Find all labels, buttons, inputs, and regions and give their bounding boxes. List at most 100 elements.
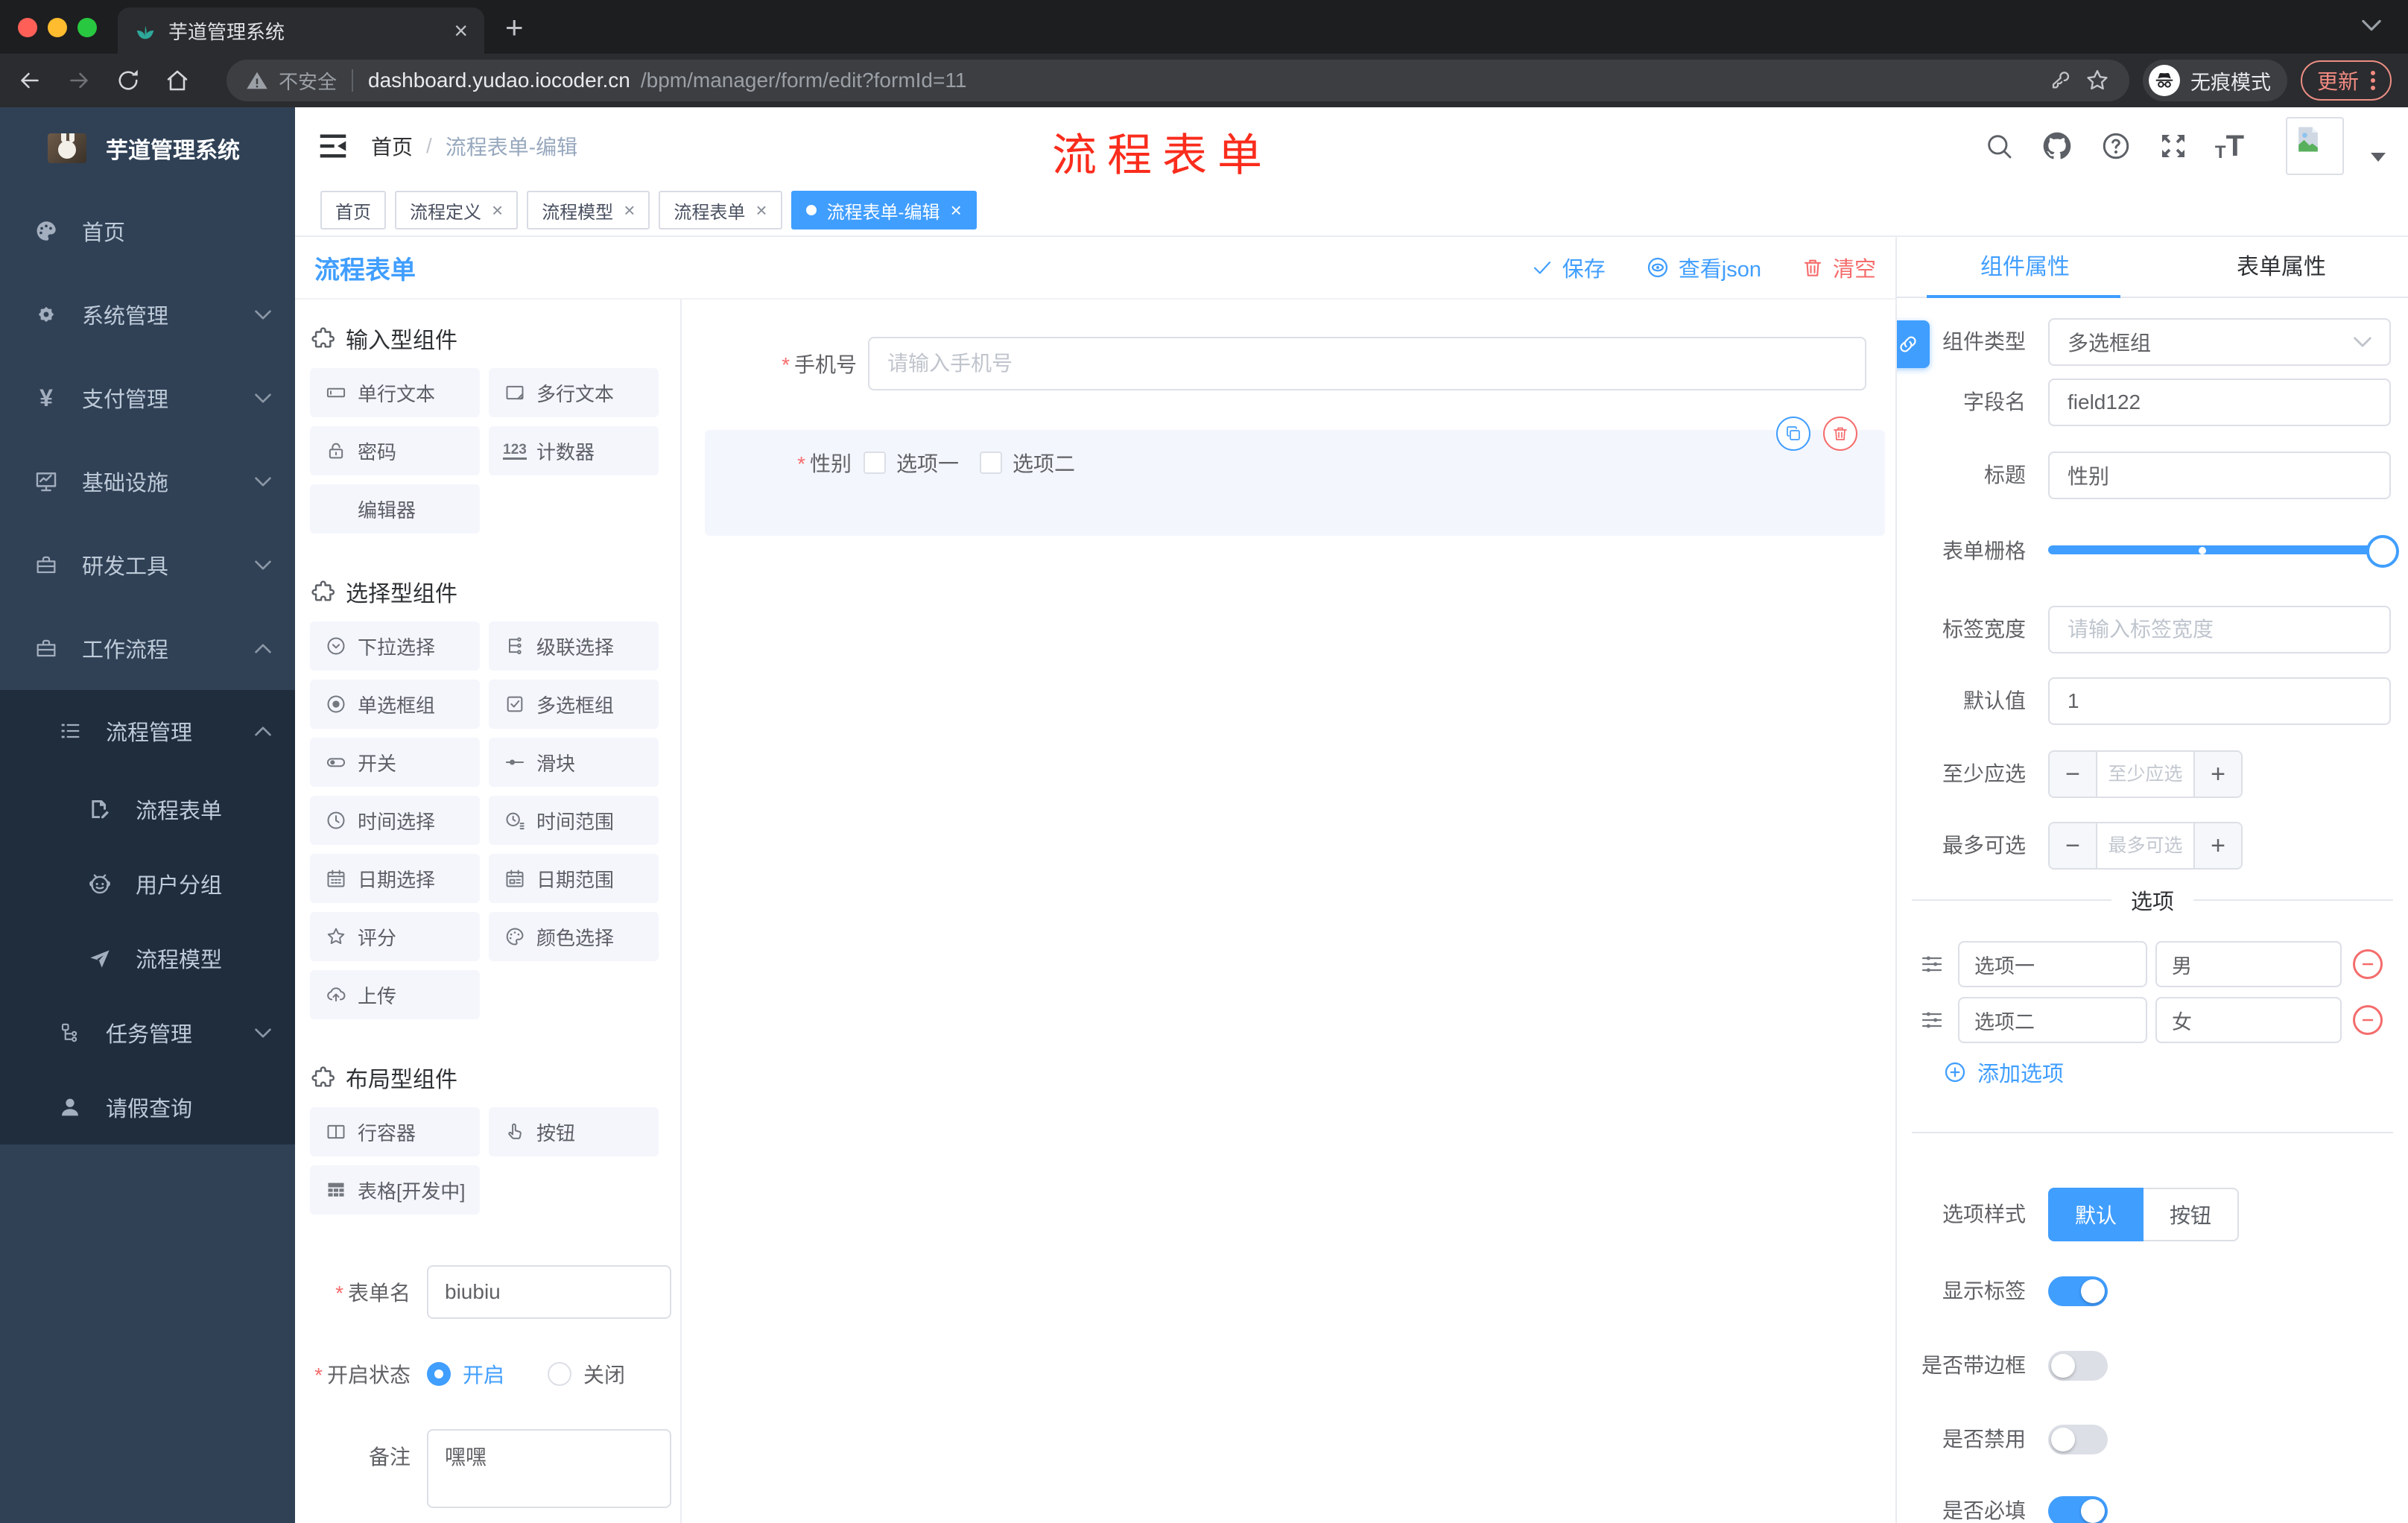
canvas-field-gender-selected[interactable]: * 性别 选项一 选项二 xyxy=(705,430,1885,536)
sidebar-item-payment[interactable]: ¥ 支付管理 xyxy=(0,356,295,440)
window-minimize-button[interactable] xyxy=(48,18,67,37)
grid-slider-handle[interactable] xyxy=(2366,535,2399,568)
view-json-button[interactable]: 查看json xyxy=(1646,252,1761,283)
tag-home[interactable]: 首页 xyxy=(320,191,386,229)
style-button-button[interactable]: 按钮 xyxy=(2144,1188,2239,1241)
style-default-button[interactable]: 默认 xyxy=(2048,1188,2144,1241)
tag-process-form[interactable]: 流程表单 × xyxy=(659,191,782,229)
tag-process-definition[interactable]: 流程定义 × xyxy=(395,191,519,229)
new-tab-button[interactable]: + xyxy=(505,12,524,43)
palette-item-button[interactable]: 按钮 xyxy=(489,1107,659,1156)
component-type-select[interactable]: 多选框组 xyxy=(2048,318,2391,366)
palette-item-editor[interactable]: 编辑器 xyxy=(310,484,480,533)
palette-item-time-picker[interactable]: 时间选择 xyxy=(310,796,480,845)
browser-tab[interactable]: 芋道管理系统 × xyxy=(118,7,484,54)
window-maximize-button[interactable] xyxy=(77,18,97,37)
add-option-button[interactable]: 添加选项 xyxy=(1943,1057,2064,1087)
tag-close-icon[interactable]: × xyxy=(624,199,635,222)
clear-button[interactable]: 清空 xyxy=(1802,252,1876,283)
drag-handle-icon[interactable] xyxy=(1920,952,1944,976)
option-value-input[interactable] xyxy=(2155,997,2342,1043)
tag-process-model[interactable]: 流程模型 × xyxy=(527,191,650,229)
status-on-label[interactable]: 开启 xyxy=(463,1359,504,1389)
tab-close-icon[interactable]: × xyxy=(454,19,468,42)
palette-item-multiline-text[interactable]: 多行文本 xyxy=(489,368,659,417)
search-icon[interactable] xyxy=(1984,131,2014,161)
increase-button[interactable]: + xyxy=(2193,823,2241,868)
form-remark-textarea[interactable]: 嘿嘿 xyxy=(427,1429,671,1508)
sidebar-item-task-mgmt[interactable]: 任务管理 xyxy=(0,995,295,1070)
palette-item-switch[interactable]: 开关 xyxy=(310,738,480,787)
github-icon[interactable] xyxy=(2041,130,2073,162)
status-on-radio[interactable] xyxy=(427,1362,451,1386)
label-width-input[interactable] xyxy=(2048,606,2391,653)
palette-item-cascader[interactable]: 级联选择 xyxy=(489,621,659,671)
fullscreen-icon[interactable] xyxy=(2158,131,2188,161)
palette-item-row-container[interactable]: 行容器 xyxy=(310,1107,480,1156)
status-off-label[interactable]: 关闭 xyxy=(583,1359,625,1389)
status-off-radio[interactable] xyxy=(548,1362,572,1386)
back-icon[interactable] xyxy=(16,67,43,94)
update-button[interactable]: 更新 xyxy=(2300,60,2392,101)
checkbox-icon[interactable] xyxy=(980,452,1003,474)
canvas-field-phone[interactable]: * 手机号 xyxy=(682,337,1866,390)
tag-close-icon[interactable]: × xyxy=(951,199,962,222)
field-name-input[interactable] xyxy=(2048,379,2391,426)
decrease-button[interactable]: − xyxy=(2050,823,2097,868)
tag-close-icon[interactable]: × xyxy=(492,199,503,222)
border-toggle[interactable] xyxy=(2048,1351,2108,1381)
checkbox-icon[interactable] xyxy=(864,452,886,474)
palette-item-date-range[interactable]: 日期范围 xyxy=(489,854,659,903)
tag-close-icon[interactable]: × xyxy=(755,199,767,222)
tab-search-chevron-icon[interactable] xyxy=(2362,19,2381,31)
save-button[interactable]: 保存 xyxy=(1531,252,1606,283)
avatar-caret-icon[interactable] xyxy=(2371,153,2386,162)
bookmark-star-icon[interactable] xyxy=(2085,68,2110,93)
option-value-input[interactable] xyxy=(2155,941,2342,987)
reload-icon[interactable] xyxy=(115,67,142,94)
form-canvas[interactable]: *手机号 *性别 选项一 选项二 xyxy=(682,300,1892,1523)
title-input[interactable] xyxy=(2048,452,2391,499)
phone-input[interactable] xyxy=(868,337,1866,390)
duplicate-component-button[interactable] xyxy=(1776,417,1810,451)
window-close-button[interactable] xyxy=(18,18,37,37)
palette-item-rate[interactable]: 评分 xyxy=(310,912,480,961)
decrease-button[interactable]: − xyxy=(2050,752,2097,797)
palette-item-date-picker[interactable]: 日期选择 xyxy=(310,854,480,903)
avatar[interactable] xyxy=(2286,117,2344,175)
form-name-input[interactable] xyxy=(427,1265,671,1319)
sidebar-item-workflow[interactable]: 工作流程 xyxy=(0,607,295,690)
required-toggle[interactable] xyxy=(2048,1496,2108,1523)
sidebar-collapse-icon[interactable] xyxy=(317,132,349,160)
breadcrumb-home[interactable]: 首页 xyxy=(371,131,413,161)
delete-component-button[interactable] xyxy=(1823,417,1857,451)
home-icon[interactable] xyxy=(164,67,191,94)
max-select-input[interactable] xyxy=(2097,823,2193,868)
sidebar-item-infrastructure[interactable]: 基础设施 xyxy=(0,440,295,523)
gender-option-2[interactable]: 选项二 xyxy=(980,448,1075,478)
palette-item-select[interactable]: 下拉选择 xyxy=(310,621,480,671)
palette-item-checkbox-group[interactable]: 多选框组 xyxy=(489,680,659,729)
sidebar-item-leave-query[interactable]: 请假查询 xyxy=(0,1070,295,1144)
palette-item-radio-group[interactable]: 单选框组 xyxy=(310,680,480,729)
show-label-toggle[interactable] xyxy=(2048,1276,2108,1306)
tab-form-props[interactable]: 表单属性 xyxy=(2153,237,2408,298)
increase-button[interactable]: + xyxy=(2193,752,2241,797)
default-value-input[interactable] xyxy=(2048,677,2391,725)
disabled-toggle[interactable] xyxy=(2048,1425,2108,1454)
grid-slider-track[interactable] xyxy=(2048,545,2398,554)
sidebar-item-home[interactable]: 首页 xyxy=(0,189,295,273)
palette-item-time-range[interactable]: 时间范围 xyxy=(489,796,659,845)
address-bar[interactable]: 不安全 dashboard.yudao.iocoder.cn/bpm/manag… xyxy=(226,60,2129,101)
help-icon[interactable] xyxy=(2100,130,2132,162)
sidebar-item-system[interactable]: 系统管理 xyxy=(0,273,295,356)
palette-item-single-text[interactable]: 单行文本 xyxy=(310,368,480,417)
sidebar-item-process-model[interactable]: 流程模型 xyxy=(0,921,295,995)
browser-menu-icon[interactable] xyxy=(2371,68,2375,93)
forward-icon[interactable] xyxy=(66,67,92,94)
gender-option-1[interactable]: 选项一 xyxy=(864,448,959,478)
option-label-input[interactable] xyxy=(1958,997,2147,1043)
sidebar-item-process-mgmt[interactable]: 流程管理 xyxy=(0,690,295,772)
tab-component-props[interactable]: 组件属性 xyxy=(1897,237,2153,298)
font-size-icon[interactable]: TT xyxy=(2215,130,2244,163)
